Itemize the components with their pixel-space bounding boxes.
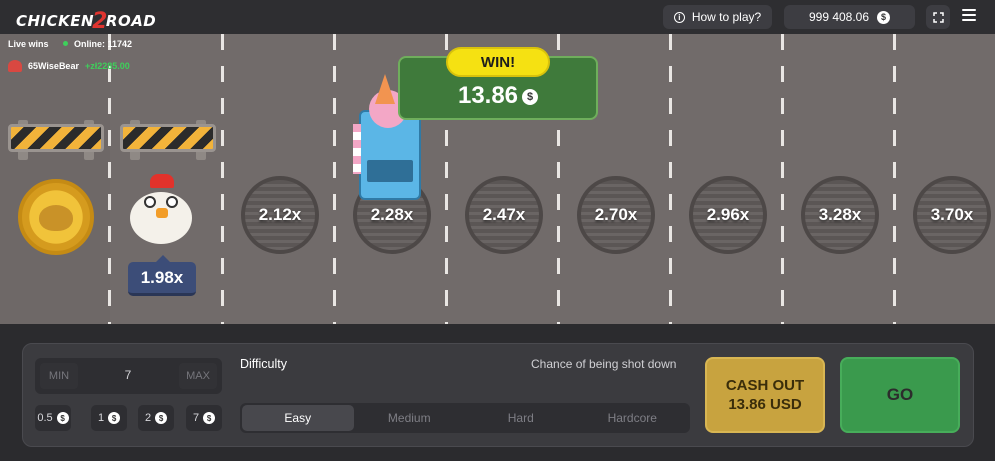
difficulty-tab-hard[interactable]: Hard — [465, 405, 577, 431]
difficulty-tab-medium[interactable]: Medium — [354, 405, 466, 431]
lane-divider — [221, 34, 224, 324]
player-avatar — [8, 60, 22, 72]
quick-bet-button[interactable]: 0.5 $ — [35, 405, 71, 431]
win-label: WIN! — [446, 47, 550, 77]
hamburger-icon-line — [962, 9, 976, 11]
road-barrier — [120, 120, 216, 160]
chicken-player — [126, 174, 196, 246]
difficulty-label: Difficulty — [240, 357, 288, 371]
hamburger-icon-line — [962, 14, 976, 16]
cash-out-amount: 13.86 USD — [728, 396, 802, 413]
dollar-coin-icon: $ — [108, 412, 121, 424]
online-count: Online: 11742 — [63, 39, 132, 49]
game-screen: CHICKEN2ROAD i How to play? 999 408.06 $ — [0, 0, 995, 461]
top-bar: CHICKEN2ROAD i How to play? 999 408.06 $ — [0, 0, 995, 34]
quick-bet-value: 2 — [144, 412, 152, 424]
winner-name: 65WiseBear — [28, 61, 79, 71]
fullscreen-button[interactable] — [926, 5, 950, 29]
lane-divider — [108, 34, 111, 324]
live-wins-label: Live wins — [8, 39, 49, 49]
dollar-coin-icon: $ — [203, 412, 216, 424]
lane-multiplier: 2.96x — [706, 205, 750, 224]
difficulty-tabs: Easy Medium Hard Hardcore — [240, 403, 690, 433]
dollar-coin-icon: $ — [155, 412, 168, 424]
online-dot-icon — [63, 41, 68, 46]
min-bet-button[interactable]: MIN — [40, 363, 78, 389]
lane-multiplier: 2.28x — [370, 205, 414, 224]
lane-manhole[interactable]: 3.70x — [913, 176, 991, 254]
dollar-coin-icon: $ — [877, 10, 891, 24]
lane-multiplier: 2.12x — [258, 205, 302, 224]
online-text: Online: 11742 — [74, 39, 133, 49]
quick-bet-button[interactable]: 2 $ — [138, 405, 174, 431]
quick-bet-value: 1 — [97, 412, 105, 424]
bet-amount-field[interactable]: MIN 7 MAX — [35, 358, 222, 394]
go-button[interactable]: GO — [840, 357, 960, 433]
lane-manhole[interactable]: 2.12x — [241, 176, 319, 254]
info-icon: i — [673, 11, 685, 23]
max-bet-button[interactable]: MAX — [179, 363, 217, 389]
balance-value: 999 408.06 — [808, 10, 870, 24]
chance-label: Chance of being shot down — [531, 357, 677, 371]
cash-out-button[interactable]: CASH OUT 13.86 USD — [705, 357, 825, 433]
quick-bet-button[interactable]: 1 $ — [91, 405, 127, 431]
road-barrier — [8, 120, 104, 160]
lane-multiplier: 2.70x — [594, 205, 638, 224]
quick-bet-value: 7 — [192, 412, 200, 424]
difficulty-tab-hardcore[interactable]: Hardcore — [577, 405, 689, 431]
winner-amount: +zł2285.00 — [84, 61, 130, 71]
current-multiplier-chip: 1.98x — [128, 255, 196, 296]
dollar-coin-icon: $ — [56, 412, 69, 424]
quick-bet-button[interactable]: 7 $ — [186, 405, 222, 431]
how-to-play-button[interactable]: i How to play? — [663, 5, 772, 29]
how-to-play-label: How to play? — [691, 10, 762, 24]
game-logo: CHICKEN2ROAD — [16, 7, 157, 34]
golden-start-manhole — [18, 179, 94, 255]
lane-divider — [893, 34, 896, 324]
logo-text-chicken: CHICKEN — [16, 12, 95, 30]
fullscreen-icon — [932, 11, 944, 23]
win-amount: 13.86 $ — [398, 82, 598, 110]
hamburger-icon-line — [962, 19, 976, 21]
bet-amount-value[interactable]: 7 — [95, 368, 161, 382]
logo-text-road: ROAD — [105, 12, 157, 30]
cash-out-label: CASH OUT — [725, 377, 805, 394]
lane-manhole[interactable]: 2.47x — [465, 176, 543, 254]
live-win-entry: 65WiseBear +zł2285.00 — [8, 60, 130, 72]
lane-divider — [669, 34, 672, 324]
lane-multiplier: 3.28x — [818, 205, 862, 224]
menu-button[interactable] — [962, 9, 976, 24]
lane-multiplier: 2.47x — [482, 205, 526, 224]
win-amount-value: 13.86 — [457, 82, 519, 109]
lane-multiplier: 3.70x — [930, 205, 974, 224]
lane-divider — [333, 34, 336, 324]
balance-display: 999 408.06 $ — [784, 5, 915, 29]
logo-text-two: 2 — [92, 9, 108, 34]
dollar-coin-icon: $ — [522, 89, 539, 105]
go-label: GO — [886, 385, 914, 404]
lane-manhole[interactable]: 2.96x — [689, 176, 767, 254]
difficulty-tab-easy[interactable]: Easy — [242, 405, 354, 431]
lane-divider — [781, 34, 784, 324]
lane-manhole[interactable]: 3.28x — [801, 176, 879, 254]
lane-manhole[interactable]: 2.70x — [577, 176, 655, 254]
quick-bet-value: 0.5 — [37, 412, 53, 424]
